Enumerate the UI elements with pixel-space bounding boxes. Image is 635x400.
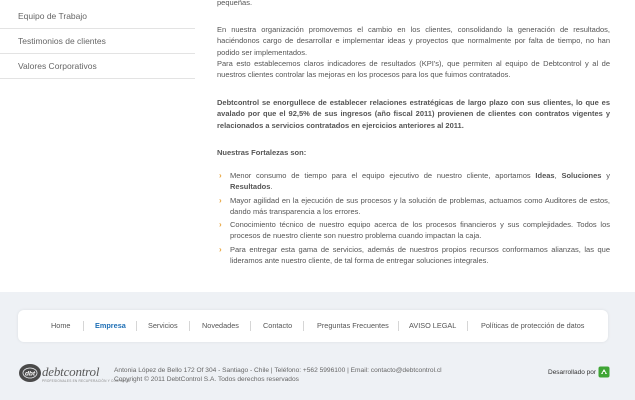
sidebar-item-label: Equipo de Trabajo [18, 11, 87, 21]
sidebar-item-valores[interactable]: Valores Corporativos [0, 54, 195, 79]
nav-empresa[interactable]: Empresa [95, 310, 126, 342]
nav-contacto[interactable]: Contacto [263, 310, 292, 342]
logo-mark-icon: dbt [19, 364, 41, 382]
strengths-heading: Nuestras Fortalezas son: [217, 148, 307, 157]
copyright-line: Copyright © 2011 DebtControl S.A. Todos … [114, 375, 299, 383]
text-fragment: pequeñas. [217, 0, 253, 7]
sidebar: Equipo de Trabajo Testimonios de cliente… [0, 0, 195, 79]
content-area: Equipo de Trabajo Testimonios de cliente… [0, 0, 635, 292]
chevron-right-icon: › [219, 220, 222, 230]
nav-divider [250, 321, 251, 331]
list-item: › Para entregar esta gama de servicios, … [219, 244, 610, 266]
sidebar-item-testimonios[interactable]: Testimonios de clientes [0, 29, 195, 54]
footer-navigation: Home Empresa Servicios Novedades Contact… [18, 310, 608, 342]
nav-servicios[interactable]: Servicios [148, 310, 178, 342]
footer-address: Antonia López de Bello 172 Of 304 - Sant… [114, 367, 442, 384]
nav-home[interactable]: Home [51, 310, 70, 342]
sidebar-item-equipo-de-trabajo[interactable]: Equipo de Trabajo [0, 4, 195, 29]
nav-preguntas-frecuentes[interactable]: Preguntas Frecuentes [317, 310, 389, 342]
list-item: › Conocimiento técnico de nuestro equipo… [219, 220, 610, 241]
list-item: › Mayor agilidad en la ejecución de sus … [219, 195, 610, 216]
highlight-paragraph: Debtcontrol se enorgullece de establecer… [217, 98, 610, 130]
nav-aviso-legal[interactable]: AVISO LEGAL [409, 310, 456, 342]
nav-divider [398, 321, 399, 331]
strengths-list: › Menor consumo de tiempo para el equipo… [217, 170, 610, 268]
nav-divider [83, 321, 84, 331]
kpi-paragraph: Para esto establecemos claros indicadore… [217, 59, 610, 80]
list-item: › Menor consumo de tiempo para el equipo… [219, 171, 611, 192]
intro-paragraph: En nuestra organización promovemos el ca… [217, 25, 610, 57]
logo-mark-text: dbt [25, 371, 36, 378]
nav-divider [467, 321, 468, 331]
nav-divider [136, 321, 137, 331]
logo-text: debtcontrol [42, 364, 100, 379]
nav-politicas[interactable]: Políticas de protección de datos [481, 310, 584, 342]
address-line: Antonia López de Bello 172 Of 304 - Sant… [114, 367, 442, 374]
nav-novedades[interactable]: Novedades [202, 310, 239, 342]
sidebar-item-label: Valores Corporativos [18, 61, 97, 71]
developed-by-label: Desarrollado por [548, 369, 597, 376]
developer-logo-icon[interactable] [598, 366, 610, 378]
chevron-right-icon: › [219, 171, 222, 180]
chevron-right-icon: › [219, 244, 222, 254]
chevron-right-icon: › [219, 195, 222, 205]
nav-divider [303, 321, 304, 331]
nav-divider [189, 321, 190, 331]
sidebar-item-label: Testimonios de clientes [18, 36, 106, 46]
